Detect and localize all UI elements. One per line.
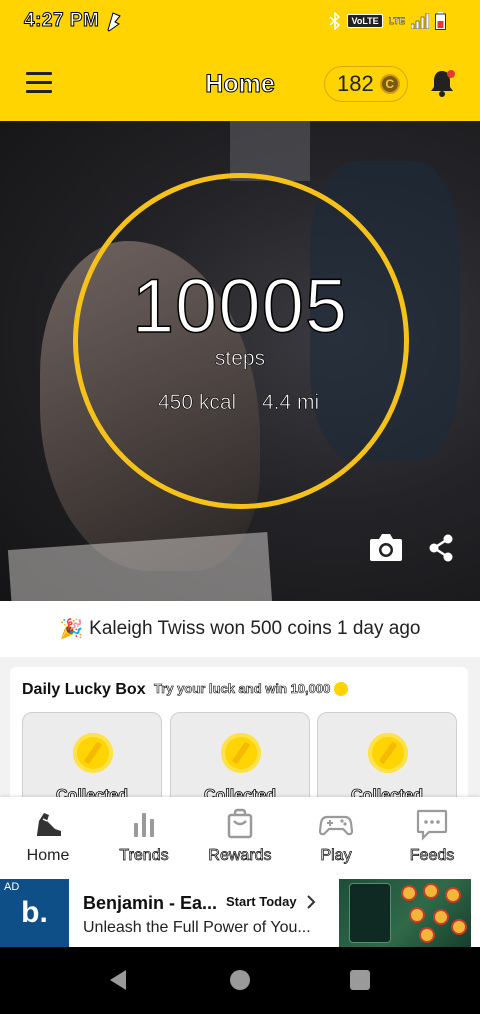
steps-label: steps [214, 347, 266, 371]
winner-text: Kaleigh Twiss won 500 coins 1 day ago [89, 618, 421, 639]
bar-chart-icon [134, 813, 154, 837]
back-icon[interactable] [108, 969, 128, 991]
nav-label-feeds: Feeds [409, 847, 455, 865]
lte-label: LTE [388, 16, 405, 26]
shopping-bag-icon [227, 808, 253, 839]
coin-icon [368, 733, 408, 773]
ad-decoration [433, 909, 449, 925]
coin-balance: 182 [337, 71, 374, 96]
bottom-navigation: Home Trends Rewards Play Feeds [0, 797, 480, 879]
coin-icon [73, 733, 113, 773]
winner-banner: 🎉 Kaleigh Twiss won 500 coins 1 day ago [0, 601, 480, 657]
ad-image [339, 879, 471, 947]
status-indicators: VoLTE LTE [329, 10, 446, 32]
lucky-box-tile[interactable]: Collected [317, 712, 457, 807]
ad-tag: AD [4, 881, 20, 893]
ad-logo-letter: b. [21, 896, 48, 929]
calories-value: 450 kcal [158, 391, 237, 415]
notification-sticker-icon [107, 12, 121, 32]
step-counter-hero: 10005 steps 450 kcal 4.4 mi [0, 121, 480, 601]
coin-icon: C [379, 74, 400, 94]
nav-rewards[interactable]: Rewards [192, 807, 288, 873]
ad-decoration [451, 919, 467, 935]
nav-home[interactable]: Home [0, 807, 96, 873]
recent-apps-icon[interactable] [350, 970, 370, 990]
coin-balance-button[interactable]: 182 C [324, 66, 408, 102]
distance-value: 4.4 mi [262, 391, 320, 415]
background-shape [230, 121, 310, 181]
nav-play[interactable]: Play [288, 807, 384, 873]
ad-decoration [409, 907, 425, 923]
home-icon[interactable] [230, 970, 250, 990]
signal-icon [411, 13, 429, 29]
coin-icon [221, 733, 261, 773]
party-popper-icon: 🎉 [59, 619, 84, 640]
background-shape [7, 532, 273, 601]
app-bar: Home 182 C [0, 44, 480, 121]
notification-bell-icon[interactable] [428, 68, 456, 98]
ad-cta[interactable]: Start Today [226, 894, 297, 909]
nav-trends[interactable]: Trends [96, 807, 192, 873]
battery-icon [435, 12, 446, 30]
ad-title: Benjamin - Ea... [83, 893, 218, 913]
nav-label-home: Home [26, 847, 70, 864]
camera-icon[interactable] [368, 531, 404, 563]
nav-feeds[interactable]: Feeds [384, 807, 480, 873]
chat-bubble-icon [416, 809, 448, 841]
nav-label-trends: Trends [119, 847, 169, 865]
status-bar: 4:27 PM VoLTE LTE [0, 0, 480, 44]
lucky-box-tile[interactable]: Collected [170, 712, 310, 807]
bluetooth-icon [329, 12, 341, 30]
share-icon[interactable] [426, 533, 456, 563]
ad-decoration [445, 887, 461, 903]
chevron-right-icon[interactable] [306, 894, 316, 910]
ad-decoration [401, 885, 417, 901]
status-time: 4:27 PM [23, 10, 100, 32]
sneaker-icon [37, 813, 61, 836]
volte-badge: VoLTE [347, 14, 383, 28]
daily-lucky-box-card: Daily Lucky Box Try your luck and win 10… [10, 667, 468, 807]
nav-label-play: Play [320, 847, 352, 865]
lucky-box-subtitle: Try your luck and win 10,000 [154, 681, 331, 697]
ad-decoration [419, 927, 435, 943]
ad-decoration [423, 883, 439, 899]
step-count: 10005 [131, 263, 349, 350]
page-title: Home [205, 70, 275, 99]
ad-description: Unleash the Full Power of You... [83, 919, 311, 936]
gamepad-icon [319, 815, 353, 836]
ad-banner[interactable]: b. AD Benjamin - Ea... Start Today Unlea… [0, 879, 480, 947]
nav-label-rewards: Rewards [208, 847, 272, 865]
system-navigation-bar [0, 947, 480, 1014]
lucky-box-title: Daily Lucky Box [22, 681, 146, 698]
coin-icon [334, 682, 348, 696]
lucky-box-tile[interactable]: Collected [22, 712, 162, 807]
ad-phone-graphic [349, 883, 391, 943]
